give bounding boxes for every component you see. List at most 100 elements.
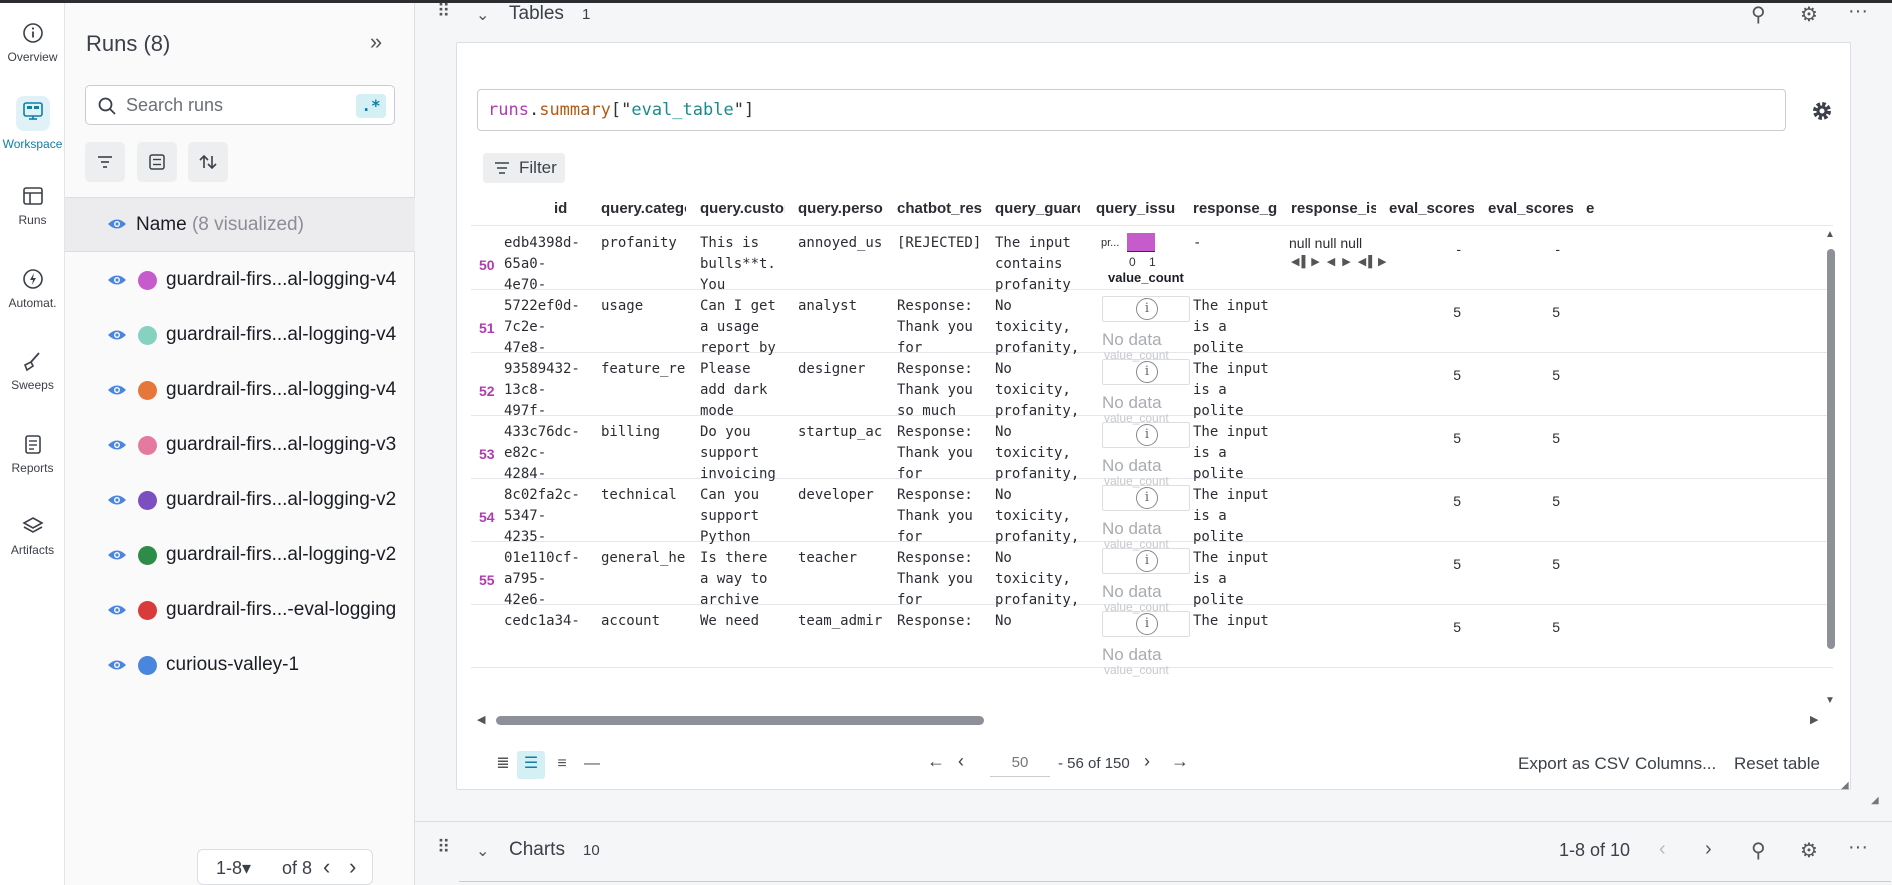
first-page-icon[interactable]: ← xyxy=(927,751,945,772)
run-row[interactable]: guardrail-firs...al-logging-v4 xyxy=(65,364,415,419)
page-input[interactable] xyxy=(990,749,1050,777)
score-cell[interactable]: 5 xyxy=(1421,430,1461,446)
table-cell[interactable]: account xyxy=(601,611,689,632)
score-cell[interactable]: 5 xyxy=(1421,304,1461,320)
nav-reports[interactable]: Reports xyxy=(0,419,65,489)
no-data-box[interactable]: i xyxy=(1102,359,1190,385)
table-row[interactable]: 52 93589432- 13c8- 497f-feature_re Please … xyxy=(471,353,1833,425)
column-header[interactable]: response_issu xyxy=(1291,200,1376,217)
score-cell[interactable]: 5 xyxy=(1520,556,1560,572)
tables-section-title[interactable]: Tables xyxy=(509,3,564,25)
column-header[interactable]: query.persona xyxy=(798,200,883,217)
nav-sweeps[interactable]: Sweeps xyxy=(0,336,65,406)
runs-page-select[interactable]: 1-8▾ xyxy=(216,858,251,879)
column-header[interactable]: eval_scores.co xyxy=(1488,200,1573,217)
table-cell[interactable]: designer xyxy=(798,359,886,380)
eye-icon[interactable] xyxy=(107,548,127,562)
column-header[interactable]: chatbot_respo xyxy=(897,200,982,217)
table-cell[interactable]: - xyxy=(1193,233,1283,254)
table-cell[interactable]: team_admir xyxy=(798,611,886,632)
group-runs-button[interactable] xyxy=(137,142,177,182)
table-cell[interactable]: Response: Thank you for xyxy=(897,296,987,359)
score-cell[interactable]: 5 xyxy=(1520,304,1560,320)
column-header[interactable]: response_guar xyxy=(1193,200,1278,217)
table-row[interactable]: 53 433c76dc- e82c- 4284- billing Do you sup… xyxy=(471,416,1833,488)
chevron-left-icon[interactable]: ‹ xyxy=(1659,838,1666,861)
run-color-dot[interactable] xyxy=(138,546,157,565)
charts-section-title[interactable]: Charts xyxy=(509,839,565,861)
table-cell[interactable]: billing xyxy=(601,422,689,443)
columns-button[interactable]: Columns... xyxy=(1635,754,1716,774)
table-cell[interactable]: The input xyxy=(1193,611,1283,632)
chevron-down-icon[interactable]: ⌄ xyxy=(476,841,489,861)
table-cell[interactable]: The input contains profanity xyxy=(995,233,1090,296)
score-cell[interactable]: - xyxy=(1421,241,1461,257)
eye-icon[interactable] xyxy=(107,383,127,397)
histogram-bar[interactable] xyxy=(1127,233,1155,251)
drag-handle-icon[interactable]: ⠿ xyxy=(437,1,450,22)
pin-icon[interactable]: ⚲ xyxy=(1751,838,1766,863)
vertical-scrollbar[interactable] xyxy=(1826,239,1836,659)
table-cell[interactable]: No toxicity, profanity, xyxy=(995,296,1090,359)
column-header[interactable]: query_issues xyxy=(1096,200,1176,217)
no-data-box[interactable]: i xyxy=(1102,485,1190,511)
run-row[interactable]: guardrail-firs...al-logging-v2 xyxy=(65,529,415,584)
table-cell[interactable]: No toxicity, profanity, xyxy=(995,485,1090,548)
filter-button[interactable]: Filter xyxy=(483,153,565,183)
table-cell[interactable]: technical xyxy=(601,485,689,506)
table-cell[interactable]: annoyed_us xyxy=(798,233,886,254)
run-row[interactable]: guardrail-firs...-eval-logging xyxy=(65,584,415,639)
score-cell[interactable]: 5 xyxy=(1421,619,1461,635)
scroll-thumb[interactable] xyxy=(496,716,984,725)
score-cell[interactable]: - xyxy=(1520,241,1560,257)
density-compact-icon[interactable]: ≣ xyxy=(489,751,517,779)
table-cell[interactable]: 433c76dc- e82c- 4284- xyxy=(504,422,594,485)
table-cell[interactable]: Can you support Python xyxy=(700,485,788,548)
column-header[interactable]: id xyxy=(554,200,594,217)
scroll-left-icon[interactable]: ◀ xyxy=(477,713,485,726)
table-cell[interactable]: developer xyxy=(798,485,886,506)
table-cell[interactable]: edb4398d- 65a0- 4e70- xyxy=(504,233,594,296)
score-cell[interactable]: 5 xyxy=(1520,430,1560,446)
table-cell[interactable]: The input is a polite xyxy=(1193,422,1283,485)
regex-toggle[interactable]: .* xyxy=(356,94,386,118)
scroll-down-icon[interactable]: ▼ xyxy=(1825,695,1835,706)
density-tall-icon[interactable]: ≡ xyxy=(548,751,576,779)
drag-handle-icon[interactable]: ⠿ xyxy=(437,837,450,858)
table-row[interactable]: 54 8c02fa2c- 5347- 4235- technical Can you … xyxy=(471,479,1833,551)
nav-overview[interactable]: Overview xyxy=(0,8,65,78)
run-color-dot[interactable] xyxy=(138,381,157,400)
horizontal-scrollbar[interactable]: ◀ ▶ xyxy=(477,713,1822,727)
table-cell[interactable]: We need xyxy=(700,611,788,632)
filter-runs-button[interactable] xyxy=(85,142,125,182)
table-cell[interactable]: The input is a polite xyxy=(1193,485,1283,548)
table-cell[interactable]: analyst xyxy=(798,296,886,317)
table-row[interactable]: cedc1a34- account We need team_admir Respons… xyxy=(471,605,1833,677)
run-row[interactable]: curious-valley-1 xyxy=(65,639,415,694)
table-cell[interactable]: No toxicity, profanity, xyxy=(995,422,1090,485)
table-cell[interactable]: Do you support invoicing xyxy=(700,422,788,485)
mini-nav-icons[interactable]: ◀▌▶ ◀ ▶ ◀▌▶ xyxy=(1291,255,1389,268)
table-cell[interactable]: Is there a way to archive xyxy=(700,548,788,611)
run-row[interactable]: guardrail-firs...al-logging-v2 xyxy=(65,474,415,529)
eye-icon[interactable] xyxy=(107,273,127,287)
table-cell[interactable]: The input is a polite xyxy=(1193,296,1283,359)
eye-icon[interactable] xyxy=(107,603,127,617)
table-cell[interactable]: No xyxy=(995,611,1090,632)
name-header[interactable]: Name (8 visualized) xyxy=(136,214,304,236)
export-csv-button[interactable]: Export as CSV xyxy=(1518,754,1630,774)
eye-icon[interactable] xyxy=(107,328,127,342)
score-cell[interactable]: 5 xyxy=(1421,556,1461,572)
no-data-box[interactable]: i xyxy=(1102,422,1190,448)
prev-page-icon[interactable]: ‹ xyxy=(958,751,964,772)
table-cell[interactable]: Response: Thank you for xyxy=(897,485,987,548)
table-cell[interactable]: usage xyxy=(601,296,689,317)
resize-handle-icon[interactable]: ◢ xyxy=(1871,795,1879,806)
table-cell[interactable]: Response: Thank you so much xyxy=(897,359,987,422)
eye-icon[interactable] xyxy=(107,493,127,507)
table-cell[interactable]: Response: Thank you for xyxy=(897,422,987,485)
more-icon[interactable]: ··· xyxy=(1848,836,1868,859)
chevron-right-icon[interactable]: › xyxy=(349,854,356,880)
nav-workspace[interactable]: Workspace xyxy=(0,88,65,158)
table-cell[interactable]: 01e110cf- a795- 42e6- xyxy=(504,548,594,611)
